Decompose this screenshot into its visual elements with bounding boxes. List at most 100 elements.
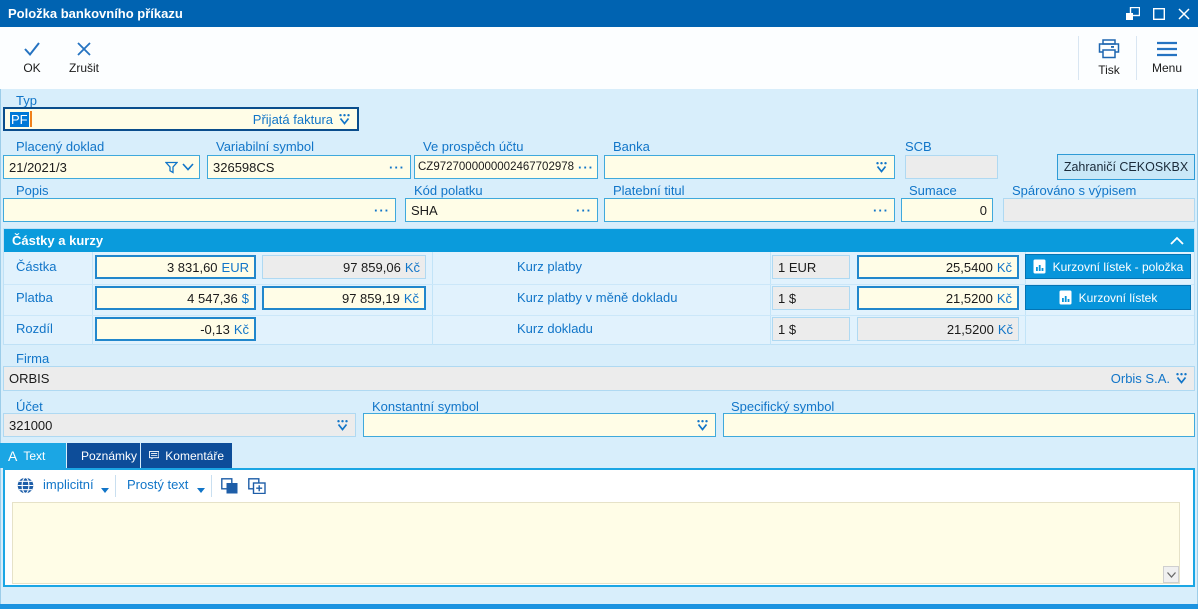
collapse-chevron-up-icon[interactable]	[1170, 236, 1184, 246]
variabilni-symbol-field[interactable]: 326598CS ···	[207, 155, 411, 179]
tab-komentare-label: Komentáře	[165, 448, 224, 463]
typ-field[interactable]: PF Přijatá faktura	[3, 107, 359, 131]
ve-prospech-uctu-value: CZ9727000000002467702978	[418, 161, 575, 173]
platba-amount-field[interactable]: 4 547,36 $	[95, 286, 256, 310]
dropdown-dots-icon[interactable]	[337, 113, 352, 126]
rozdil-amount-value: -0,13	[200, 321, 230, 337]
dropdown-dots-icon[interactable]	[874, 161, 889, 174]
castka-label: Částka	[16, 259, 57, 274]
ve-prospech-uctu-field[interactable]: CZ9727000000002467702978 ···	[414, 155, 598, 179]
rozdil-amount-field[interactable]: -0,13 Kč	[95, 317, 256, 341]
platba-czk-value: 97 859,19	[341, 290, 400, 306]
kurz-platby-unit-field: 1 EUR	[772, 255, 850, 279]
caret-down-icon	[101, 488, 109, 493]
banka-label: Banka	[613, 139, 650, 154]
kurzovni-listek-label: Kurzovní lístek	[1078, 290, 1158, 305]
zahranici-button[interactable]: Zahraničí CEKOSKBX	[1057, 154, 1195, 180]
language-dropdown[interactable]: implicitní	[43, 477, 94, 492]
konstantni-symbol-label: Konstantní symbol	[372, 399, 479, 414]
tab-poznamky[interactable]: Poznámky	[67, 443, 140, 468]
castka-czk-field: 97 859,06 Kč	[262, 255, 426, 279]
ucet-field[interactable]: 321000	[3, 413, 356, 437]
kurz-dokladu-rate-value: 21,5200	[946, 321, 994, 337]
text-content-area[interactable]	[12, 502, 1180, 584]
specificky-symbol-field[interactable]	[723, 413, 1195, 437]
close-button[interactable]	[1172, 0, 1196, 27]
platba-czk-field[interactable]: 97 859,19 Kč	[262, 286, 426, 310]
kurz-platby-mena-unit-field: 1 $	[772, 286, 850, 310]
castka-amount-currency: EUR	[221, 259, 249, 275]
ellipsis-button[interactable]: ···	[374, 203, 390, 218]
sumace-value: 0	[979, 202, 987, 218]
menu-button[interactable]: Menu	[1140, 30, 1194, 86]
cancel-x-icon	[77, 42, 91, 56]
cancel-button[interactable]: Zrušit	[58, 30, 110, 86]
kod-poplatku-field[interactable]: SHA ···	[405, 198, 598, 222]
cancel-button-label: Zrušit	[69, 61, 99, 75]
firma-field[interactable]: ORBIS Orbis S.A.	[3, 366, 1195, 391]
tab-text-label: Text	[23, 448, 46, 463]
kurzovni-listek-polozka-button[interactable]: Kurzovní lístek - položka	[1025, 254, 1191, 279]
konstantni-symbol-field[interactable]	[363, 413, 716, 437]
kod-poplatku-value: SHA	[411, 202, 438, 218]
platba-amount-value: 4 547,36	[187, 290, 238, 306]
tab-komentare[interactable]: Komentáře	[141, 443, 232, 468]
window-title: Položka bankovního příkazu	[8, 6, 183, 21]
hamburger-menu-icon	[1157, 41, 1177, 57]
divider	[115, 475, 116, 497]
variabilni-symbol-value: 326598CS	[213, 159, 275, 175]
menu-button-label: Menu	[1151, 61, 1183, 75]
rate-sheet-icon	[1033, 259, 1046, 274]
castka-amount-field[interactable]: 3 831,60 EUR	[95, 255, 256, 279]
window-bottom-edge	[0, 604, 1198, 609]
scroll-down-button[interactable]	[1163, 566, 1179, 583]
popis-field[interactable]: ···	[3, 198, 396, 222]
kurz-platby-mena-rate-currency: Kč	[996, 290, 1012, 306]
format-dropdown[interactable]: Prostý text	[127, 477, 188, 492]
filter-icon[interactable]	[165, 161, 178, 174]
tab-poznamky-label: Poznámky	[81, 448, 138, 463]
sumace-field[interactable]: 0	[901, 198, 993, 222]
text-cursor	[29, 111, 32, 127]
ellipsis-button[interactable]: ···	[578, 160, 594, 175]
chevron-down-icon[interactable]	[182, 163, 194, 171]
rozdil-label: Rozdíl	[16, 321, 53, 336]
kurz-platby-rate-field[interactable]: 25,5400 Kč	[857, 255, 1019, 279]
typ-display-value: Přijatá faktura	[252, 111, 333, 127]
ok-button[interactable]: OK	[6, 30, 58, 86]
ellipsis-button[interactable]: ···	[873, 203, 889, 218]
ellipsis-button[interactable]: ···	[576, 203, 592, 218]
platba-amount-currency: $	[241, 290, 249, 306]
kurzovni-listek-polozka-label: Kurzovní lístek - položka	[1052, 259, 1184, 274]
copy-icon[interactable]	[221, 478, 238, 494]
kurz-dokladu-rate-field: 21,5200 Kč	[857, 317, 1019, 341]
kurz-platby-unit-value: 1 EUR	[778, 259, 817, 275]
kurzovni-listek-button[interactable]: Kurzovní lístek	[1025, 285, 1191, 310]
kurz-platby-mena-rate-value: 21,5200	[945, 290, 993, 306]
toolbar-divider	[1136, 36, 1137, 80]
dropdown-dots-icon[interactable]	[1174, 372, 1189, 385]
dropdown-dots-icon[interactable]	[695, 419, 710, 432]
globe-icon[interactable]	[17, 477, 34, 494]
castka-czk-value: 97 859,06	[342, 259, 401, 275]
placeny-doklad-field[interactable]: 21/2021/3	[3, 155, 200, 179]
kurz-platby-mena-label: Kurz platby v měně dokladu	[517, 290, 678, 305]
ok-button-label: OK	[23, 61, 41, 75]
printer-icon	[1098, 39, 1120, 59]
copy-add-icon[interactable]	[248, 478, 266, 494]
dock-window-button[interactable]	[1120, 0, 1146, 27]
comment-bubble-icon	[149, 451, 160, 460]
dropdown-dots-icon[interactable]	[335, 419, 350, 432]
print-button[interactable]: Tisk	[1084, 30, 1134, 86]
text-editor-toolbar: implicitní Prostý text	[5, 470, 1193, 502]
scb-label: SCB	[905, 139, 932, 154]
ellipsis-button[interactable]: ···	[389, 160, 405, 175]
platba-czk-currency: Kč	[403, 290, 419, 306]
tab-text[interactable]: A Text	[0, 443, 66, 468]
maximize-button[interactable]	[1146, 0, 1172, 27]
kurz-platby-mena-rate-field[interactable]: 21,5200 Kč	[857, 286, 1019, 310]
typ-label: Typ	[16, 93, 37, 108]
toolbar-divider	[1078, 36, 1079, 80]
platebni-titul-field[interactable]: ···	[604, 198, 895, 222]
banka-field[interactable]	[604, 155, 895, 179]
